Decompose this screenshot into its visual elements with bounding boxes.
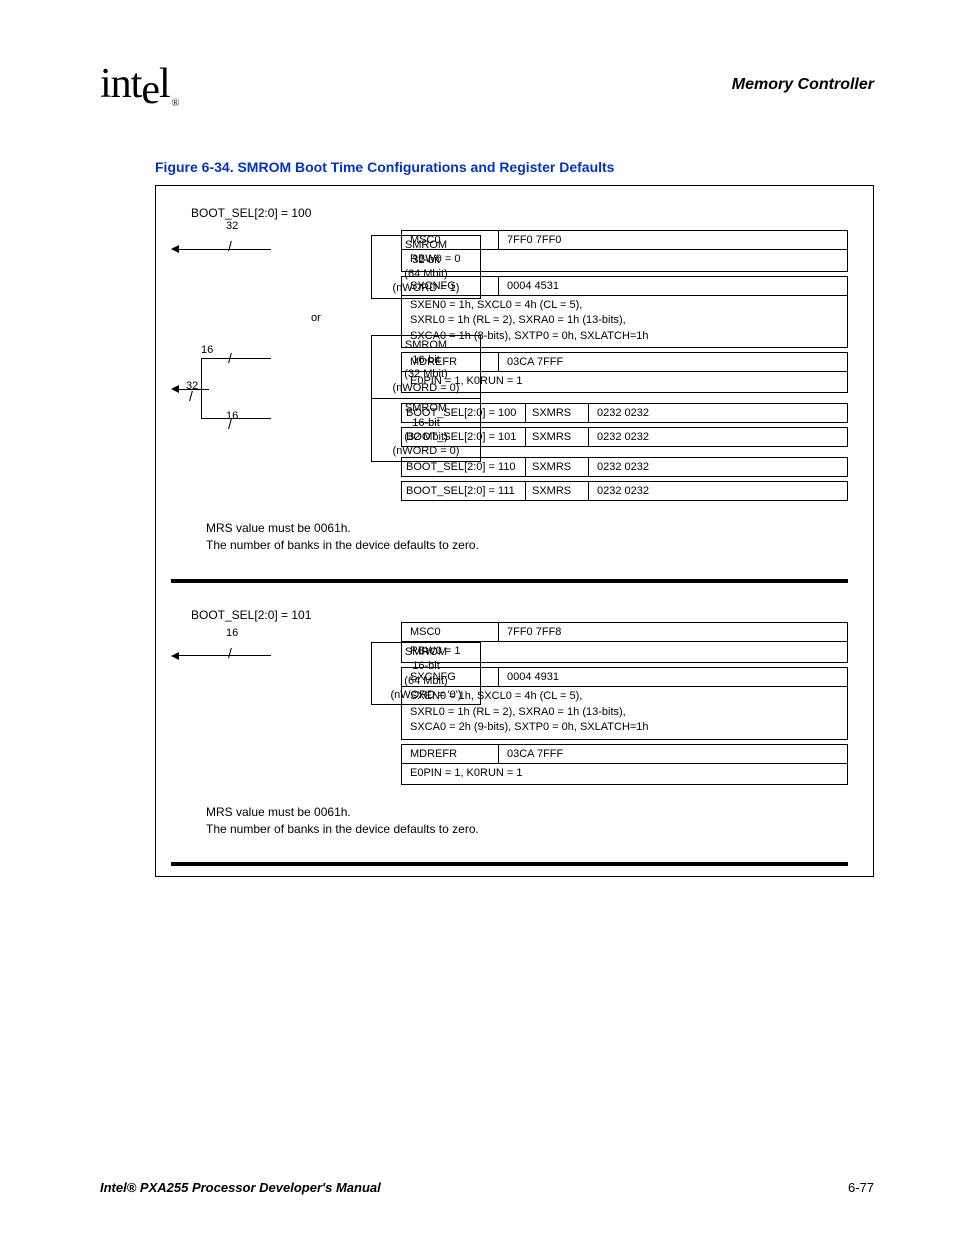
smrom-line: 16-bit (376, 659, 476, 673)
slash-icon: / (189, 388, 193, 404)
note-line: MRS value must be 0061h. (206, 804, 848, 821)
smrom-box-16bit-lower: SMROM 16-bit (32 Mbit) (nWORD = 0) (371, 398, 481, 461)
arrow-head-icon (171, 245, 179, 253)
bus-width-16: 16 (201, 344, 213, 356)
page-number: 6-77 (848, 1180, 874, 1195)
footer-title: Intel® PXA255 Processor Developer's Manu… (100, 1180, 381, 1195)
h-line (179, 249, 271, 250)
smrom-box-32bit: SMROM 32-bit (64 Mbit) (nWORD = 1) (371, 235, 481, 298)
diagram-100: 32 SMROM 32-bit (64 Mbit) (nWORD = 1) / … (171, 230, 391, 470)
detail-line: SXRL0 = 1h (RL = 2), SXRA0 = 1h (13-bits… (410, 313, 839, 328)
smrom-line: SMROM (376, 238, 476, 252)
boot-sel-label: BOOT_SEL[2:0] = 111 (402, 482, 526, 500)
detail-line: SXRL0 = 1h (RL = 2), SXRA0 = 1h (13-bits… (410, 705, 839, 720)
v-line (201, 358, 202, 418)
smrom-line: (nWORD = 1) (376, 281, 476, 295)
config-block-101: BOOT_SEL[2:0] = 101 16 SMROM 16-bit (64 … (171, 598, 848, 867)
intel-logo: intel® (100, 60, 178, 109)
page-footer: Intel® PXA255 Processor Developer's Manu… (100, 1180, 874, 1195)
reg-row-msc0: MSC0 7FF0 7FF8 (401, 622, 848, 642)
bus-width-32: 32 (226, 220, 238, 232)
logo-text: intel (100, 61, 170, 113)
smrom-line: (64 Mbit) (376, 674, 476, 688)
boot-reg: SXMRS (526, 458, 589, 476)
boot-val: 0232 0232 (589, 404, 847, 422)
bootsel-heading-100: BOOT_SEL[2:0] = 100 (191, 206, 848, 220)
config-block-100: BOOT_SEL[2:0] = 100 32 SMROM 32-bit (64 … (171, 196, 848, 583)
note-block-100: MRS value must be 0061h. The number of b… (206, 520, 848, 554)
config-100-layout: 32 SMROM 32-bit (64 Mbit) (nWORD = 1) / … (171, 230, 848, 505)
section-title: Memory Controller (732, 76, 874, 94)
smrom-line: (nWORD = '0') (376, 688, 476, 702)
smrom-line: 16-bit (376, 416, 476, 430)
bus-width-16: 16 (226, 627, 238, 639)
page: intel® Memory Controller Figure 6-34. SM… (0, 0, 954, 1235)
figure-box: BOOT_SEL[2:0] = 100 32 SMROM 32-bit (64 … (155, 185, 874, 877)
registered-mark: ® (172, 98, 179, 109)
reg-detail-mdrefr: E0PIN = 1, K0RUN = 1 (401, 763, 848, 785)
boot-row: BOOT_SEL[2:0] = 111 SXMRS 0232 0232 (401, 481, 848, 501)
note-line: MRS value must be 0061h. (206, 520, 848, 537)
reg-row-mdrefr: MDREFR 03CA 7FFF (401, 744, 848, 764)
smrom-line: (32 Mbit) (376, 430, 476, 444)
note-line: The number of banks in the device defaul… (206, 821, 848, 838)
smrom-box-16bit-upper: SMROM 16-bit (32 Mbit) (nWORD = 0) (371, 335, 481, 398)
detail-line: SXCA0 = 2h (9-bits), SXTP0 = 0h, SXLATCH… (410, 720, 839, 735)
reg-value: 03CA 7FFF (499, 353, 847, 371)
smrom-line: (nWORD = 0) (376, 444, 476, 458)
arrow-line (171, 652, 271, 660)
detail-line: SXEN0 = 1h, SXCL0 = 4h (CL = 5), (410, 298, 839, 313)
reg-value: 7FF0 7FF8 (499, 623, 847, 641)
reg-value: 0004 4931 (499, 668, 847, 686)
bootsel-heading-101: BOOT_SEL[2:0] = 101 (191, 608, 848, 622)
arrow-line (171, 385, 271, 393)
smrom-line: 16-bit (376, 353, 476, 367)
page-header: intel® Memory Controller (100, 60, 874, 109)
note-line: The number of banks in the device defaul… (206, 537, 848, 554)
smrom-line: SMROM (376, 645, 476, 659)
boot-reg: SXMRS (526, 404, 589, 422)
smrom-line: 32-bit (376, 253, 476, 267)
boot-reg: SXMRS (526, 482, 589, 500)
note-block-101: MRS value must be 0061h. The number of b… (206, 804, 848, 838)
h-line (201, 418, 271, 419)
reg-label: MSC0 (402, 623, 499, 641)
h-line (179, 389, 209, 390)
arrow-line (171, 245, 271, 253)
reg-label: MDREFR (402, 745, 499, 763)
boot-reg: SXMRS (526, 428, 589, 446)
boot-val: 0232 0232 (589, 458, 847, 476)
slash-icon: / (228, 645, 232, 661)
smrom-box-16bit: SMROM 16-bit (64 Mbit) (nWORD = '0') (371, 642, 481, 705)
boot-val: 0232 0232 (589, 428, 847, 446)
or-label: or (311, 312, 321, 324)
smrom-line: (nWORD = 0) (376, 381, 476, 395)
boot-val: 0232 0232 (589, 482, 847, 500)
reg-value: 7FF0 7FF0 (499, 231, 847, 249)
diagram-101: 16 SMROM 16-bit (64 Mbit) (nWORD = '0') … (171, 642, 391, 702)
h-line (201, 358, 271, 359)
slash-icon: / (228, 238, 232, 254)
figure-caption: Figure 6-34. SMROM Boot Time Configurati… (155, 159, 874, 175)
smrom-line: (64 Mbit) (376, 267, 476, 281)
config-101-layout: 16 SMROM 16-bit (64 Mbit) (nWORD = '0') … (171, 642, 848, 789)
smrom-line: SMROM (376, 401, 476, 415)
smrom-line: (32 Mbit) (376, 367, 476, 381)
reg-value: 03CA 7FFF (499, 745, 847, 763)
arrow-head-icon (171, 385, 179, 393)
reg-value: 0004 4531 (499, 277, 847, 295)
h-line (179, 655, 271, 656)
arrow-head-icon (171, 652, 179, 660)
smrom-line: SMROM (376, 338, 476, 352)
